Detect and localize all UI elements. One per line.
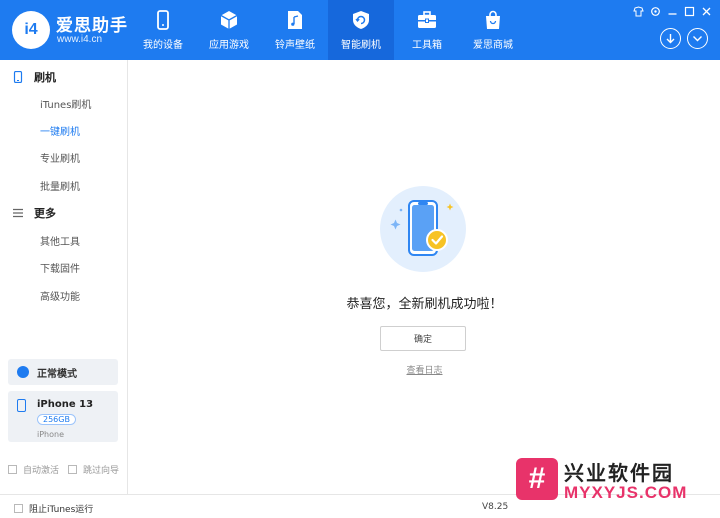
nav-label: 爱思商城: [473, 40, 513, 51]
sidebar-item-one-click-flash[interactable]: 一键刷机: [40, 123, 80, 138]
watermark-title: 兴业软件园: [564, 461, 674, 485]
collapse-button[interactable]: [687, 28, 708, 49]
checkbox-label: 自动激活: [23, 466, 60, 476]
phone-icon: [17, 399, 26, 412]
app-logo: i4: [12, 11, 50, 49]
music-file-icon: [288, 11, 302, 29]
sidebar-item-download-firmware[interactable]: 下载固件: [40, 260, 80, 275]
checkbox-box: [14, 504, 23, 513]
storage-badge: 256GB: [37, 414, 76, 425]
device-mode-label: 正常模式: [37, 368, 77, 380]
nav-my-device[interactable]: 我的设备: [130, 0, 196, 60]
window-controls: [633, 6, 712, 17]
main-content: 恭喜您，全新刷机成功啦！ 确定 查看日志: [129, 60, 720, 494]
nav-apps-games[interactable]: 应用游戏: [196, 0, 262, 60]
chevron-down-icon: [693, 36, 702, 42]
settings-icon[interactable]: [650, 6, 661, 17]
auto-activate-checkbox[interactable]: 自动激活: [8, 463, 59, 476]
confirm-button[interactable]: 确定: [380, 326, 466, 351]
sidebar-section-more[interactable]: 更多: [12, 205, 56, 221]
success-message: 恭喜您，全新刷机成功啦！: [346, 297, 503, 312]
sidebar-section-label: 刷机: [34, 71, 56, 84]
checkbox-label: 跳过向导: [83, 466, 120, 476]
nav-smart-flash[interactable]: 智能刷机: [328, 0, 394, 60]
skip-guide-checkbox[interactable]: 跳过向导: [68, 463, 119, 476]
sidebar-section-label: 更多: [34, 207, 56, 220]
nav-toolbox[interactable]: 工具箱: [394, 0, 460, 60]
download-icon: [666, 34, 675, 44]
device-mode-card: 正常模式: [8, 359, 118, 385]
watermark-url: MYXYJS.COM: [564, 483, 688, 502]
sidebar-item-itunes-flash[interactable]: iTunes刷机: [40, 96, 91, 111]
nav-store[interactable]: 爱思商城: [460, 0, 526, 60]
minimize-icon[interactable]: [667, 6, 678, 17]
version-label: V8.25: [482, 502, 509, 512]
sidebar-item-batch-flash[interactable]: 批量刷机: [40, 178, 80, 193]
brand-name: 爱思助手: [56, 16, 128, 36]
skin-icon[interactable]: [633, 6, 644, 17]
flash-success-illustration: [380, 186, 466, 272]
block-itunes-checkbox[interactable]: 阻止iTunes运行: [14, 502, 93, 515]
phone-icon: [13, 71, 23, 83]
maximize-icon[interactable]: [684, 6, 695, 17]
nav-label: 智能刷机: [341, 40, 381, 51]
brand-url: www.i4.cn: [57, 34, 103, 45]
app-header: i4 爱思助手 www.i4.cn 我的设备 应用游戏 铃声壁纸 智能刷机 工具…: [0, 0, 720, 60]
sidebar: 刷机 iTunes刷机 一键刷机 专业刷机 批量刷机 更多 其他工具 下载固件 …: [0, 60, 128, 518]
download-button[interactable]: [660, 28, 681, 49]
device-name: iPhone 13: [37, 399, 94, 410]
shopping-bag-icon: [486, 10, 500, 29]
device-card[interactable]: iPhone 13 256GB iPhone: [8, 391, 118, 442]
watermark-logo: #: [516, 458, 558, 500]
cube-icon: [220, 11, 238, 29]
main-nav: 我的设备 应用游戏 铃声壁纸 智能刷机 工具箱 爱思商城: [130, 0, 526, 60]
view-log-link[interactable]: 查看日志: [129, 363, 720, 376]
toolbox-icon: [418, 11, 436, 28]
nav-label: 应用游戏: [209, 40, 249, 51]
sidebar-item-advanced[interactable]: 高级功能: [40, 288, 80, 303]
nav-ringtones-wallpapers[interactable]: 铃声壁纸: [262, 0, 328, 60]
nav-label: 工具箱: [412, 40, 442, 51]
mode-status-icon: [17, 366, 29, 378]
menu-icon: [13, 208, 23, 218]
close-icon[interactable]: [701, 6, 712, 17]
device-type: iPhone: [37, 430, 65, 439]
nav-label: 铃声壁纸: [275, 40, 315, 51]
checkbox-label: 阻止iTunes运行: [29, 505, 94, 515]
checkbox-box: [68, 465, 77, 474]
sidebar-item-pro-flash[interactable]: 专业刷机: [40, 150, 80, 165]
refresh-shield-icon: [353, 11, 369, 29]
sidebar-item-other-tools[interactable]: 其他工具: [40, 233, 80, 248]
apple-device-icon: [157, 10, 169, 30]
sidebar-section-flash[interactable]: 刷机: [12, 69, 56, 85]
nav-label: 我的设备: [143, 40, 183, 51]
checkbox-box: [8, 465, 17, 474]
site-watermark: # 兴业软件园 MYXYJS.COM: [512, 458, 720, 508]
